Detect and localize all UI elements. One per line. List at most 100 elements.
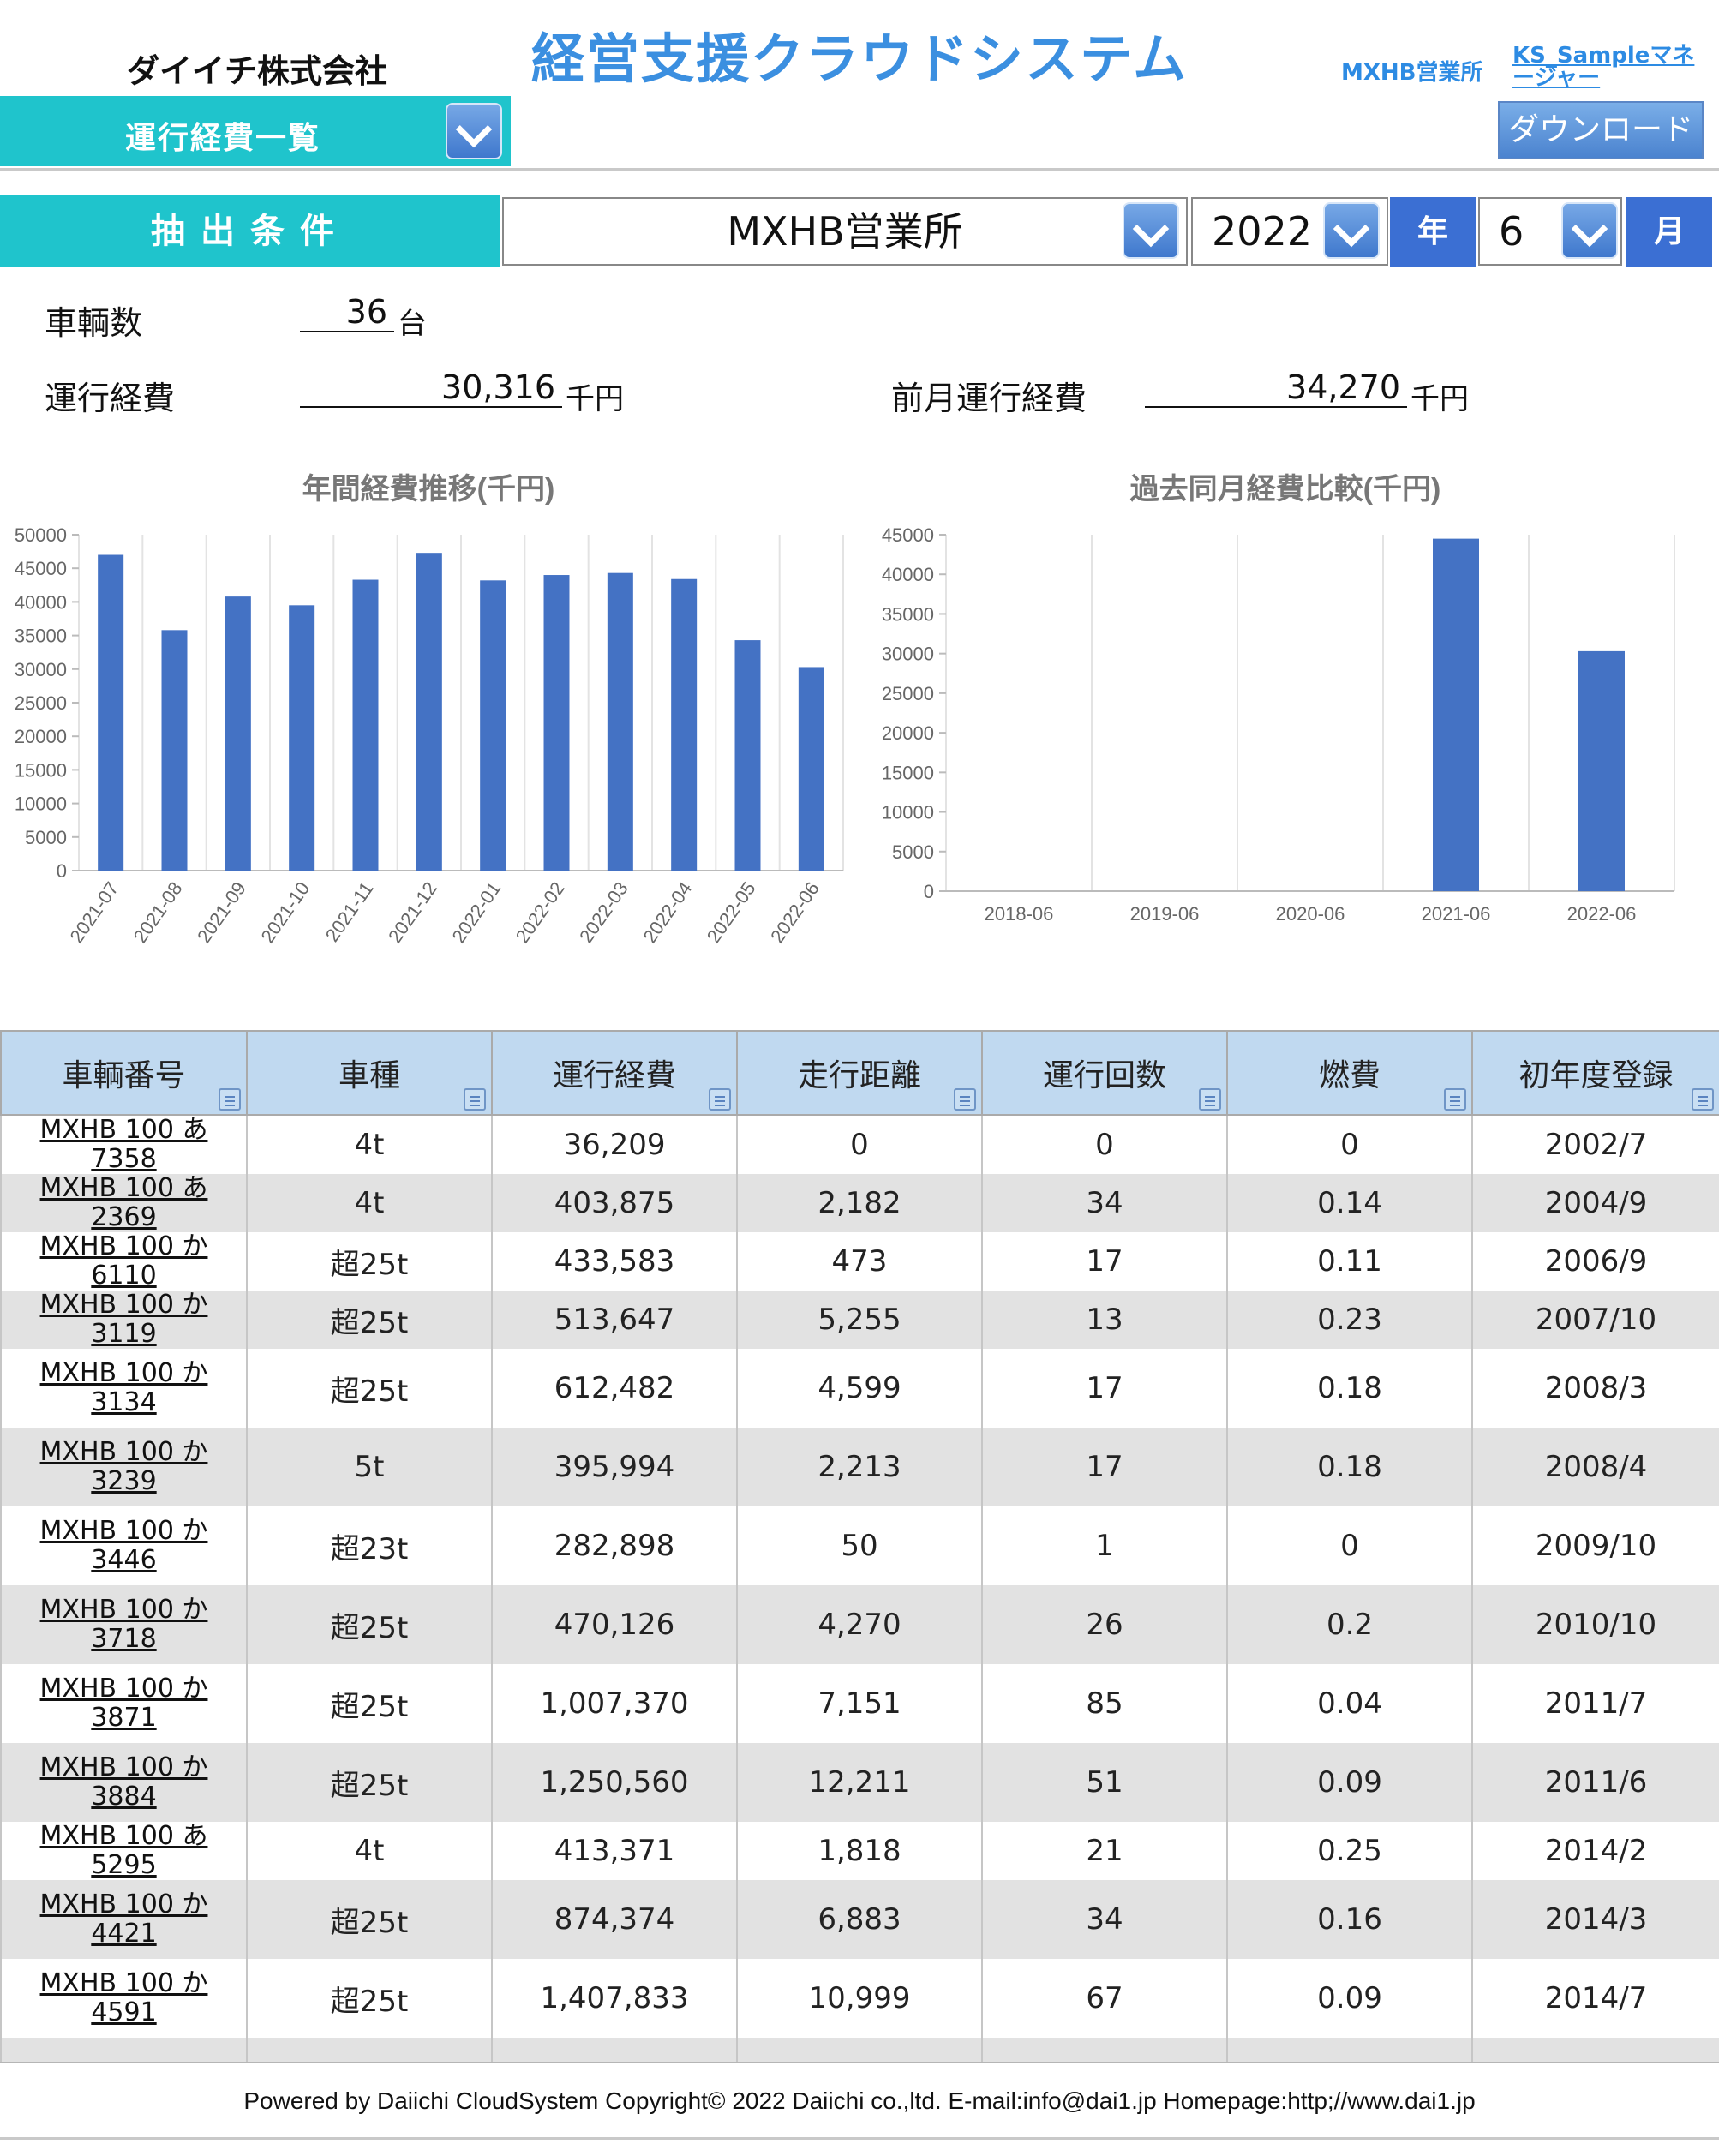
plate-number-link[interactable]: MXHB 100 あ 2369 [40, 1173, 208, 1232]
column-header[interactable]: 初年度登録 [1471, 1030, 1719, 1116]
column-filter-icon[interactable] [954, 1088, 976, 1111]
table-row: MXHB 100 あ 7358 4t 36,209 0 0 0 2002/7 [0, 1115, 1719, 1174]
vehicle-table: 車輌番号 車種 運行経費 走行距離 運行回数 燃費 初年度登録 MXHB 100 あ 735… [0, 1030, 1719, 2063]
trip-count-cell: 13 [981, 1291, 1228, 1349]
plate-number-link[interactable]: MXHB 100 か 4421 [40, 1889, 208, 1949]
plate-number-link[interactable]: MXHB 100 あ 5295 [40, 1821, 208, 1880]
column-header[interactable]: 走行距離 [736, 1030, 983, 1116]
bar [671, 578, 698, 871]
y-tick-label: 25000 [882, 683, 934, 704]
operating-cost-cell: 36,209 [491, 1115, 738, 1174]
plate-number-link[interactable]: MXHB 100 か 3446 [40, 1516, 208, 1575]
distance-cell: 4,599 [736, 1349, 983, 1428]
prev-month-cost-unit: 千円 [1411, 382, 1469, 416]
vehicle-table-container[interactable]: 車輌番号 車種 運行経費 走行距離 運行回数 燃費 初年度登録 MXHB 100 あ 735… [0, 1030, 1719, 2063]
column-header[interactable]: 車種 [246, 1030, 493, 1116]
plate-number-link[interactable]: MXHB 100 か 3718 [40, 1595, 208, 1654]
menu-dropdown-button[interactable] [446, 103, 502, 159]
plate-number-link[interactable]: MXHB 100 か 6110 [40, 1231, 208, 1291]
year-unit-label: 年 [1390, 197, 1476, 267]
operating-cost-cell: 1,250,560 [491, 1743, 738, 1822]
month-unit-label: 月 [1626, 197, 1712, 267]
column-header[interactable]: 車輌番号 [0, 1030, 248, 1116]
vehicle-type-cell: 4t [246, 1174, 493, 1232]
operating-cost-value: 30,316 [300, 368, 562, 408]
vehicle-count-unit: 台 [398, 307, 427, 341]
column-filter-icon[interactable] [1692, 1088, 1714, 1111]
plate-number-cell: MXHB 100 か [0, 2038, 248, 2063]
column-filter-icon[interactable] [709, 1088, 731, 1111]
plate-number-cell: MXHB 100 か 4591 [0, 1959, 248, 2038]
distance-cell: 5,255 [736, 1291, 983, 1349]
chevron-down-icon [1571, 210, 1608, 248]
office-dropdown-button[interactable] [1123, 202, 1179, 259]
plate-number-link[interactable]: MXHB 100 か [40, 2062, 208, 2063]
trip-count-cell: 17 [981, 1428, 1228, 1506]
column-header[interactable]: 燃費 [1226, 1030, 1473, 1116]
distance-cell: 10,999 [736, 1959, 983, 2038]
y-tick-label: 0 [57, 860, 67, 882]
distance-cell: 1,818 [736, 1822, 983, 1880]
trip-count-cell: 17 [981, 1232, 1228, 1291]
plate-number-cell: MXHB 100 か 3718 [0, 1585, 248, 1664]
column-header-label: 燃費 [1318, 1058, 1381, 1093]
plate-number-cell: MXHB 100 か 3884 [0, 1743, 248, 1822]
plate-number-link[interactable]: MXHB 100 か 3871 [40, 1674, 208, 1733]
fuel-efficiency-cell: 0.11 [1226, 1232, 1473, 1291]
vehicle-type-cell [246, 2038, 493, 2062]
registration-cell: 2008/3 [1471, 1349, 1719, 1428]
registration-cell: 2014/2 [1471, 1822, 1719, 1880]
plate-number-cell: MXHB 100 か 6110 [0, 1231, 248, 1291]
column-filter-icon[interactable] [464, 1088, 486, 1111]
y-tick-label: 25000 [15, 692, 67, 714]
trip-count-cell: 85 [981, 1664, 1228, 1743]
registration-cell: 2011/7 [1471, 1664, 1719, 1743]
bar [98, 554, 124, 871]
month-dropdown-button[interactable] [1561, 202, 1618, 259]
x-tick-label: 2022-06 [766, 878, 824, 947]
column-filter-icon[interactable] [1199, 1088, 1221, 1111]
office-select[interactable]: MXHB営業所 [502, 197, 1188, 266]
trip-count-cell: 67 [981, 1959, 1228, 2038]
table-row: MXHB 100 か 6110 超25t 433,583 473 17 0.11 2006/… [0, 1231, 1719, 1291]
column-header[interactable]: 運行回数 [981, 1030, 1228, 1116]
table-header-row: 車輌番号 車種 運行経費 走行距離 運行回数 燃費 初年度登録 [0, 1030, 1719, 1116]
fuel-efficiency-cell: 0.18 [1226, 1428, 1473, 1506]
plate-number-link[interactable]: MXHB 100 あ 7358 [40, 1115, 208, 1174]
year-dropdown-button[interactable] [1323, 202, 1380, 259]
vehicle-count-label: 車輌数 [45, 304, 143, 342]
plate-number-link[interactable]: MXHB 100 か 4591 [40, 1968, 208, 2027]
vehicle-type-cell: 4t [246, 1115, 493, 1174]
column-filter-icon[interactable] [219, 1088, 241, 1111]
registration-cell [1471, 2038, 1719, 2062]
column-header[interactable]: 運行経費 [491, 1030, 738, 1116]
download-button[interactable]: ダウンロード [1498, 101, 1704, 159]
table-row: MXHB 100 か [0, 2038, 1719, 2063]
trip-count-cell: 51 [981, 1743, 1228, 1822]
menu-bar[interactable]: 運行経費一覧 [0, 96, 511, 166]
table-row: MXHB 100 か 4421 超25t 874,374 6,883 34 0.16 201… [0, 1880, 1719, 1959]
user-name-link[interactable]: KS_Sampleマネージャー [1512, 45, 1710, 89]
plate-number-link[interactable]: MXHB 100 か 3119 [40, 1290, 208, 1349]
vehicle-type-cell: 超25t [246, 1291, 493, 1349]
plate-number-link[interactable]: MXHB 100 か 3239 [40, 1437, 208, 1496]
table-body: MXHB 100 あ 7358 4t 36,209 0 0 0 2002/7 MXHB 100… [0, 1115, 1719, 2063]
column-filter-icon[interactable] [1444, 1088, 1466, 1111]
y-tick-label: 50000 [15, 524, 67, 546]
x-tick-label: 2018-06 [985, 903, 1054, 925]
trip-count-cell: 34 [981, 1174, 1228, 1232]
operating-cost-cell: 433,583 [491, 1232, 738, 1291]
registration-cell: 2008/4 [1471, 1428, 1719, 1506]
bar [161, 630, 188, 871]
fuel-efficiency-cell: 0.25 [1226, 1822, 1473, 1880]
plate-number-link[interactable]: MXHB 100 か 3884 [40, 1752, 208, 1812]
y-tick-label: 0 [924, 881, 934, 902]
distance-cell: 473 [736, 1232, 983, 1291]
y-tick-label: 30000 [15, 659, 67, 680]
y-tick-label: 20000 [15, 726, 67, 747]
fuel-efficiency-cell [1226, 2038, 1473, 2062]
table-row: MXHB 100 か 3446 超23t 282,898 50 1 0 2009/10 [0, 1506, 1719, 1585]
table-row: MXHB 100 あ 2369 4t 403,875 2,182 34 0.14 2004/… [0, 1173, 1719, 1232]
y-tick-label: 40000 [882, 564, 934, 585]
plate-number-link[interactable]: MXHB 100 か 3134 [40, 1358, 208, 1417]
